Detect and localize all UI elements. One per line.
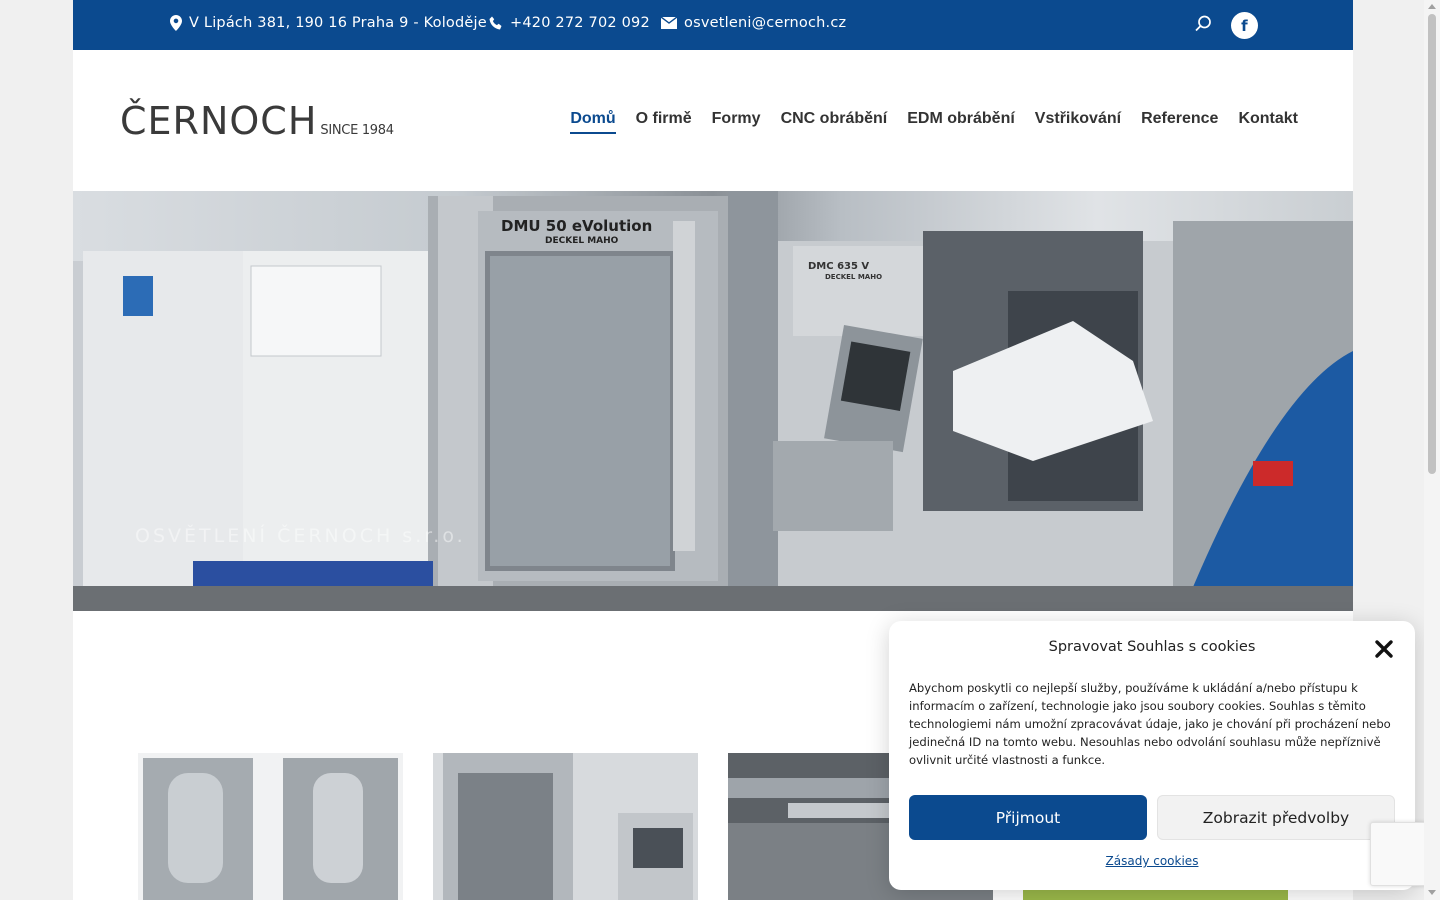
nav-item-cnc[interactable]: CNC obrábění [781, 110, 888, 134]
nav-item-o-firme[interactable]: O firmě [636, 110, 692, 134]
logo-since: SINCE 1984 [320, 123, 394, 138]
cookie-policy-link[interactable]: Zásady cookies [889, 854, 1415, 868]
email-item[interactable]: osvetleni@cernoch.cz [661, 15, 846, 31]
cnc-image [433, 753, 698, 900]
cookie-title: Spravovat Souhlas s cookies [1048, 639, 1256, 655]
nav-item-reference[interactable]: Reference [1141, 110, 1218, 134]
top-bar: V Lipách 381, 190 16 Praha 9 - Koloděje … [73, 0, 1353, 50]
address-text: V Lipách 381, 190 16 Praha 9 - Koloděje [189, 15, 487, 31]
mold-image [138, 753, 403, 900]
search-icon [1195, 15, 1211, 32]
thumb-cnc[interactable] [433, 753, 698, 900]
machine1-label: DMU 50 eVolution [501, 217, 652, 235]
close-button[interactable] [1374, 639, 1394, 659]
machine2-label: DMC 635 V [808, 261, 869, 272]
phone-item[interactable]: +420 272 702 092 [489, 15, 650, 31]
cookie-text: Abychom poskytli co nejlepší služby, pou… [909, 681, 1391, 767]
nav-item-edm[interactable]: EDM obrábění [907, 110, 1015, 134]
facebook-icon: f [1241, 16, 1248, 35]
machine2-brand: DECKEL MAHO [825, 273, 882, 281]
main-nav: Domů O firmě Formy CNC obrábění EDM obrá… [550, 110, 1298, 134]
logo[interactable]: ČERNOCH SINCE 1984 [120, 102, 394, 140]
hero-slider: DMU 50 eVolution DECKEL MAHO DMC 635 V D… [73, 191, 1353, 611]
facebook-button[interactable]: f [1231, 12, 1258, 39]
address-item: V Lipách 381, 190 16 Praha 9 - Koloděje [170, 15, 487, 31]
accept-button[interactable]: Přijmout [909, 795, 1147, 840]
scroll-up-arrow[interactable] [1428, 4, 1436, 9]
scroll-down-arrow[interactable] [1428, 890, 1436, 895]
cookie-consent-dialog: Spravovat Souhlas s cookies Abychom posk… [889, 621, 1415, 890]
map-pin-icon [170, 15, 182, 31]
phone-text[interactable]: +420 272 702 092 [510, 15, 650, 31]
machine1-brand: DECKEL MAHO [545, 236, 619, 246]
nav-item-domu[interactable]: Domů [570, 110, 616, 134]
nav-item-vstrikovani[interactable]: Vstřikování [1035, 110, 1121, 134]
logo-wordmark: ČERNOCH [120, 99, 318, 143]
preferences-button[interactable]: Zobrazit předvolby [1157, 795, 1395, 840]
nav-item-kontakt[interactable]: Kontakt [1238, 110, 1298, 134]
close-icon [1375, 640, 1393, 658]
email-text[interactable]: osvetleni@cernoch.cz [684, 15, 846, 31]
hero-image: DMU 50 eVolution DECKEL MAHO DMC 635 V D… [73, 191, 1353, 611]
nav-item-formy[interactable]: Formy [712, 110, 761, 134]
hero-subtitle: OSVĚTLENÍ ČERNOCH s.r.o. [135, 525, 466, 547]
thumb-formy[interactable] [138, 753, 403, 900]
scrollbar-thumb[interactable] [1428, 14, 1436, 474]
mail-icon [661, 17, 677, 29]
phone-icon [489, 16, 502, 30]
site-header: ČERNOCH SINCE 1984 Domů O firmě Formy CN… [73, 50, 1353, 191]
search-button[interactable] [1194, 15, 1212, 37]
